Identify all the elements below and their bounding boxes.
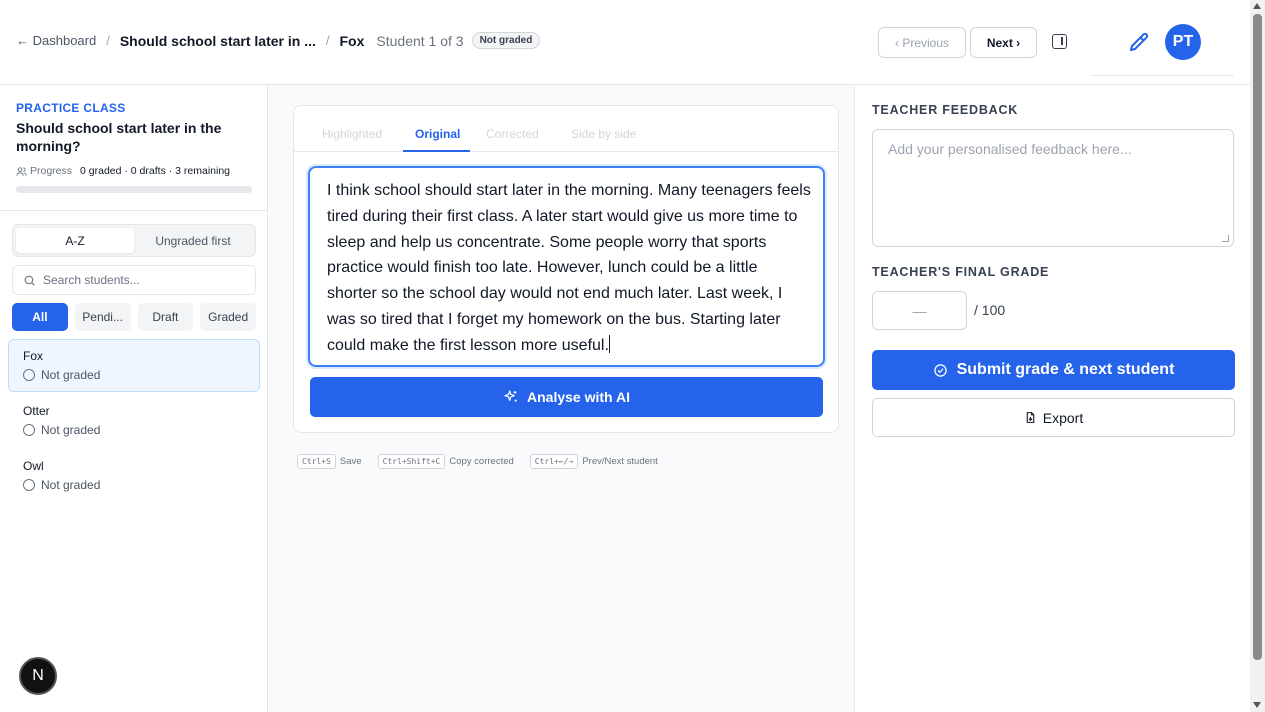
assignment-title: Should school start later in the morning…: [16, 120, 222, 154]
shortcut-key: Ctrl+←/→: [529, 454, 579, 469]
grading-panel: TEACHER FEEDBACK Add your personalised f…: [856, 85, 1250, 712]
sort-az-option[interactable]: A-Z: [16, 228, 134, 253]
status-badge: Not graded: [471, 32, 541, 49]
essay-card: Highlighted Original Corrected Side by s…: [293, 105, 839, 433]
progress-label: Progress: [30, 165, 73, 177]
tab-side-by-side[interactable]: Side by side: [571, 127, 636, 141]
student-status-label: Not graded: [41, 368, 101, 382]
student-status-label: Not graded: [41, 478, 101, 492]
current-student-name: Fox: [339, 32, 365, 49]
scroll-down-arrow-icon[interactable]: [1253, 702, 1261, 708]
student-position: Student 1 of 3: [376, 32, 464, 49]
filter-graded[interactable]: Graded: [200, 303, 256, 331]
dev-tools-badge[interactable]: N: [19, 657, 57, 695]
grade-max: / 100: [974, 302, 1006, 318]
breadcrumb: ← Dashboard / Should school start later …: [16, 32, 541, 49]
keyboard-shortcuts: Ctrl+S Save Ctrl+Shift+C Copy corrected …: [297, 454, 674, 469]
shortcut-label: Prev/Next student: [582, 456, 658, 467]
export-button[interactable]: Export: [872, 398, 1235, 437]
grade-title: TEACHER'S FINAL GRADE: [872, 265, 1050, 279]
filter-pending[interactable]: Pendi...: [74, 303, 131, 331]
tab-original[interactable]: Original: [415, 127, 460, 141]
progress-summary: Progress 0 graded · 0 drafts · 3 remaini…: [16, 165, 251, 177]
student-status: Not graded: [23, 478, 260, 492]
student-sidebar: PRACTICE CLASS Should school start later…: [0, 85, 268, 712]
essay-text: I think school should start later in the…: [327, 182, 811, 354]
app: ← Dashboard / Should school start later …: [0, 0, 1265, 712]
progress-bar: [16, 186, 252, 193]
tab-corrected[interactable]: Corrected: [486, 127, 539, 141]
student-list-item[interactable]: Fox Not graded: [8, 339, 260, 392]
filter-all[interactable]: All: [12, 303, 68, 331]
student-status-label: Not graded: [41, 423, 101, 437]
active-tab-indicator: [403, 150, 470, 152]
top-bar: ← Dashboard / Should school start later …: [0, 0, 1250, 85]
users-icon: [16, 166, 27, 176]
back-to-dashboard-link[interactable]: ← Dashboard: [16, 33, 96, 48]
progress-value: 0 graded · 0 drafts · 3 remaining: [80, 165, 231, 177]
search-icon: [24, 275, 35, 286]
class-label: PRACTICE CLASS: [16, 101, 126, 115]
panel-toggle-icon[interactable]: [1052, 34, 1067, 49]
student-status: Not graded: [23, 368, 259, 382]
shortcut-key: Ctrl+S: [297, 454, 336, 469]
sort-toggle: A-Z Ungraded first: [12, 224, 256, 257]
analyse-label: Analyse with AI: [527, 389, 630, 405]
student-name: Owl: [23, 459, 44, 473]
student-list-item[interactable]: Owl Not graded: [8, 450, 260, 503]
scrollbar-thumb[interactable]: [1253, 14, 1262, 660]
text-cursor: [608, 334, 610, 353]
essay-text-editor[interactable]: I think school should start later in the…: [308, 166, 825, 367]
submit-label: Submit grade & next student: [956, 361, 1175, 378]
previous-student-button[interactable]: ‹ Previous: [878, 27, 966, 58]
breadcrumb-separator: /: [106, 33, 110, 48]
feedback-placeholder: Add your personalised feedback here...: [888, 141, 1132, 157]
check-circle-icon: [933, 363, 947, 377]
shortcut-label: Copy corrected: [449, 456, 514, 467]
file-export-icon: [1026, 412, 1035, 423]
analyse-with-ai-button[interactable]: Analyse with AI: [310, 377, 823, 417]
status-filters: All Pendi... Draft Graded: [12, 303, 256, 331]
feedback-title: TEACHER FEEDBACK: [872, 103, 1019, 117]
next-student-button[interactable]: Next ›: [970, 27, 1037, 58]
scroll-up-arrow-icon[interactable]: [1253, 3, 1261, 9]
pencil-icon[interactable]: [1127, 30, 1151, 54]
search-placeholder: Search students...: [43, 273, 140, 287]
shortcut-label: Save: [339, 456, 362, 467]
student-name: Otter: [23, 404, 50, 418]
status-circle-icon: [23, 424, 35, 436]
avatar[interactable]: PT: [1165, 24, 1201, 60]
grade-input[interactable]: —: [872, 291, 967, 330]
assignment-breadcrumb[interactable]: Should school start later in ...: [120, 33, 316, 49]
feedback-textarea[interactable]: Add your personalised feedback here...: [872, 129, 1234, 247]
divider: [1092, 75, 1234, 76]
student-list-item[interactable]: Otter Not graded: [8, 395, 260, 448]
class-summary: PRACTICE CLASS Should school start later…: [0, 85, 267, 211]
sparkles-icon: [504, 390, 517, 402]
status-circle-icon: [23, 369, 35, 381]
submit-grade-button[interactable]: Submit grade & next student: [872, 350, 1235, 390]
filter-draft[interactable]: Draft: [137, 303, 194, 331]
essay-workspace: Highlighted Original Corrected Side by s…: [269, 85, 855, 712]
status-circle-icon: [23, 479, 35, 491]
page-scrollbar[interactable]: [1250, 0, 1265, 712]
tab-highlighted[interactable]: Highlighted: [322, 127, 382, 141]
student-status: Not graded: [23, 423, 260, 437]
student-name: Fox: [23, 349, 44, 363]
export-label: Export: [1042, 409, 1084, 426]
shortcut-key: Ctrl+Shift+C: [377, 454, 446, 469]
view-tabs: Highlighted Original Corrected Side by s…: [294, 106, 838, 152]
sort-ungraded-first-option[interactable]: Ungraded first: [134, 228, 252, 253]
resize-handle-icon[interactable]: [1222, 235, 1229, 242]
search-input[interactable]: Search students...: [12, 265, 256, 295]
breadcrumb-separator: /: [325, 33, 330, 48]
